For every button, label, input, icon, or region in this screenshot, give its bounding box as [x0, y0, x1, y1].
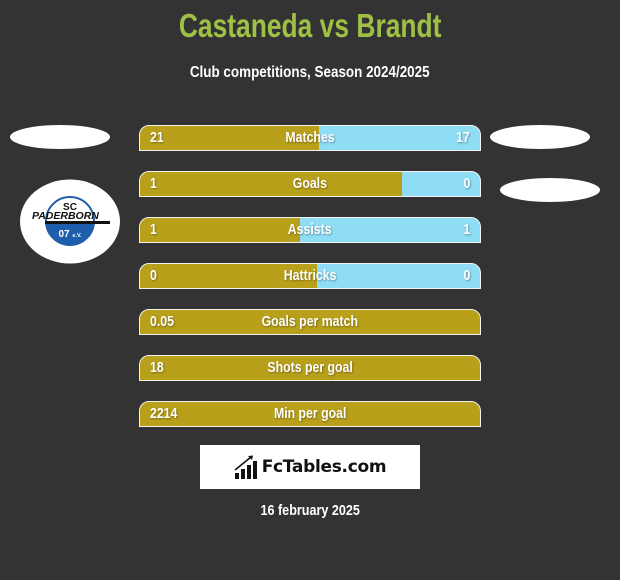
bar-chart-arrow-icon	[234, 455, 257, 479]
page-title: Castaneda vs Brandt	[178, 7, 442, 44]
left-player-image-placeholder	[10, 125, 110, 149]
stat-row-min-per-goal: 2214 Min per goal	[139, 401, 481, 427]
crest-name-text: PADERBORN	[32, 210, 99, 222]
right-value: 0	[463, 175, 470, 192]
stat-row-shots-per-goal: 18 Shots per goal	[139, 355, 481, 381]
stat-row-goals-per-match: 0.05 Goals per match	[139, 309, 481, 335]
brand-name: FcTables.com	[261, 457, 387, 477]
fctables-brand-link[interactable]: FcTables.com	[200, 445, 420, 489]
stat-label: Hattricks	[283, 267, 337, 284]
stat-row-hattricks: 0 Hattricks 0	[139, 263, 481, 289]
right-value: 17	[456, 129, 470, 146]
left-team-logo: SC PADERBORN 07 e.V.	[20, 179, 120, 264]
page-subtitle: Club competitions, Season 2024/2025	[190, 64, 430, 81]
crest-bottom-text: 07	[58, 229, 70, 240]
right-value: 0	[463, 267, 470, 284]
stat-label: Min per goal	[273, 405, 347, 422]
stat-row-assists: 1 Assists 1	[139, 217, 481, 243]
crest-suffix-text: e.V.	[72, 233, 82, 239]
stat-label: Goals	[292, 175, 328, 192]
right-value: 1	[463, 221, 470, 238]
stat-row-matches: 21 Matches 17	[139, 125, 481, 151]
stat-label: Shots per goal	[267, 359, 353, 376]
right-team-logo-placeholder	[500, 178, 600, 202]
stat-row-goals: 1 Goals 0	[139, 171, 481, 197]
stat-label: Goals per match	[261, 313, 359, 330]
stat-label: Matches	[285, 129, 335, 146]
right-player-image-placeholder	[490, 125, 590, 149]
stat-label: Assists	[288, 221, 332, 238]
date-label: 16 february 2025	[260, 502, 360, 519]
sc-paderborn-crest-icon: SC PADERBORN 07 e.V.	[20, 179, 120, 264]
